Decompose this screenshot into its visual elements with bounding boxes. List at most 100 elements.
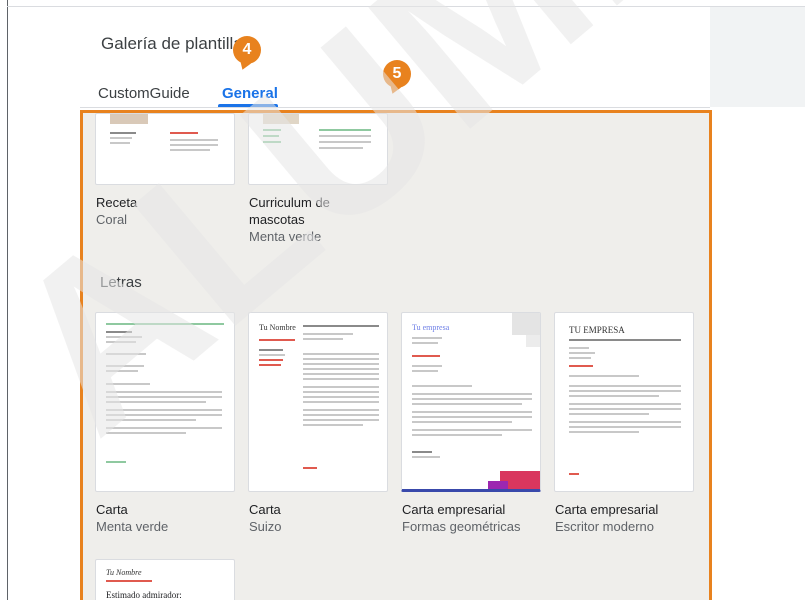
text-line bbox=[106, 432, 186, 434]
text-line bbox=[106, 331, 132, 333]
thumbnail-salutation: Estimado admirador: bbox=[106, 590, 182, 600]
geometric-shape bbox=[488, 481, 508, 489]
thumbnail-heading: Tu Nombre bbox=[259, 323, 296, 332]
text-line bbox=[569, 347, 589, 349]
text-line bbox=[303, 325, 379, 327]
text-line bbox=[106, 580, 152, 582]
text-line bbox=[170, 149, 210, 151]
template-thumbnail-carta-next[interactable]: Tu Nombre Estimado admirador: bbox=[95, 559, 235, 600]
text-line bbox=[106, 336, 142, 338]
text-line bbox=[170, 132, 198, 134]
thumbnail-heading: Tu empresa bbox=[412, 323, 450, 332]
template-thumbnail-carta-suizo[interactable]: Tu Nombre bbox=[248, 312, 388, 492]
template-gallery-area: Receta Coral Curriculum de mascotas Ment… bbox=[80, 110, 712, 600]
text-line bbox=[263, 141, 281, 143]
text-line bbox=[569, 421, 681, 423]
template-thumbnail-carta-geometricas[interactable]: Tu empresa bbox=[401, 312, 541, 492]
geometric-shape bbox=[526, 335, 540, 347]
callout-badge-5: 5 bbox=[383, 60, 411, 88]
text-line bbox=[259, 359, 283, 361]
text-line bbox=[412, 355, 440, 357]
text-line bbox=[412, 385, 472, 387]
text-line bbox=[106, 427, 222, 429]
text-line bbox=[259, 339, 295, 341]
text-line bbox=[303, 333, 353, 335]
text-line bbox=[569, 413, 649, 415]
text-line bbox=[106, 365, 144, 367]
tab-customguide[interactable]: CustomGuide bbox=[98, 85, 190, 102]
photo-placeholder bbox=[263, 114, 299, 124]
text-line bbox=[303, 378, 379, 380]
template-name: Carta bbox=[249, 502, 281, 517]
thumbnail-heading: TU EMPRESA bbox=[569, 325, 625, 335]
text-line bbox=[106, 341, 136, 343]
template-thumbnail-receta[interactable] bbox=[95, 113, 235, 185]
text-line bbox=[303, 409, 379, 411]
template-style: Escritor moderno bbox=[555, 519, 654, 534]
text-line bbox=[319, 129, 371, 131]
template-style: Formas geométricas bbox=[402, 519, 521, 534]
template-thumbnail-carta-menta[interactable] bbox=[95, 312, 235, 492]
text-line bbox=[569, 408, 681, 410]
text-line bbox=[259, 354, 285, 356]
template-thumbnail-carta-moderno[interactable]: TU EMPRESA bbox=[554, 312, 694, 492]
geometric-shape bbox=[512, 313, 540, 335]
text-line bbox=[303, 358, 379, 360]
text-line bbox=[303, 353, 379, 355]
text-line bbox=[106, 391, 222, 393]
window-left-border bbox=[7, 0, 8, 600]
text-line bbox=[110, 142, 130, 144]
text-line bbox=[412, 434, 502, 436]
side-panel bbox=[710, 7, 805, 107]
text-line bbox=[106, 401, 206, 403]
text-line bbox=[303, 419, 379, 421]
text-line bbox=[170, 144, 218, 146]
tab-general[interactable]: General bbox=[222, 85, 278, 102]
text-line bbox=[569, 357, 591, 359]
gallery-title: Galería de plantillas bbox=[101, 34, 252, 53]
text-line bbox=[110, 132, 136, 134]
photo-placeholder bbox=[110, 114, 148, 124]
text-line bbox=[569, 431, 639, 433]
text-line bbox=[263, 129, 281, 131]
text-line bbox=[303, 368, 379, 370]
text-line bbox=[569, 365, 593, 367]
text-line bbox=[569, 375, 639, 377]
text-line bbox=[569, 395, 659, 397]
text-line bbox=[259, 364, 281, 366]
text-line bbox=[303, 391, 379, 393]
text-line bbox=[106, 383, 150, 385]
text-line bbox=[170, 139, 218, 141]
text-line bbox=[412, 370, 438, 372]
template-style: Menta verde bbox=[96, 519, 169, 534]
text-line bbox=[303, 338, 343, 340]
template-name: Carta empresarial bbox=[402, 502, 506, 517]
text-line bbox=[412, 451, 432, 453]
accent-rule bbox=[106, 323, 224, 325]
text-line bbox=[569, 352, 595, 354]
tabs-divider bbox=[80, 107, 710, 108]
text-line bbox=[569, 473, 579, 475]
text-line bbox=[303, 414, 379, 416]
text-line bbox=[569, 426, 681, 428]
text-line bbox=[303, 401, 379, 403]
text-line bbox=[106, 414, 222, 416]
text-line bbox=[106, 461, 126, 463]
text-line bbox=[106, 419, 196, 421]
text-line bbox=[319, 147, 363, 149]
text-line bbox=[106, 409, 222, 411]
text-line bbox=[303, 467, 317, 469]
text-line bbox=[412, 421, 512, 423]
template-name: Receta bbox=[96, 195, 138, 210]
text-line bbox=[303, 386, 379, 388]
template-thumbnail-curriculum-mascotas[interactable] bbox=[248, 113, 388, 185]
text-line bbox=[303, 363, 379, 365]
text-line bbox=[303, 396, 379, 398]
text-line bbox=[569, 403, 681, 405]
text-line bbox=[319, 135, 371, 137]
text-line bbox=[303, 373, 379, 375]
text-line bbox=[106, 370, 138, 372]
text-line bbox=[569, 385, 681, 387]
text-line bbox=[412, 411, 532, 413]
callout-badge-4: 4 bbox=[233, 36, 261, 64]
